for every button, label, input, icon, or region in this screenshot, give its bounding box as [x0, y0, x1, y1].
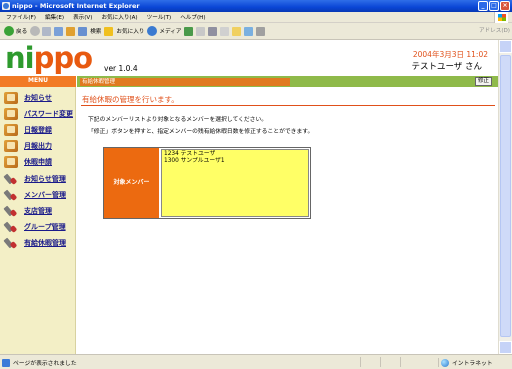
menu-favorites[interactable]: お気に入り(A) [101, 13, 137, 21]
status-divider [360, 357, 361, 367]
scroll-down-button[interactable] [499, 341, 512, 354]
title-bars: MENU 有給休暇管理 修正 [0, 76, 498, 87]
security-zone: イントラネット [452, 361, 493, 367]
tool-icon [4, 237, 18, 249]
sidebar-item-password[interactable]: パスワード変更 [4, 107, 73, 120]
current-datetime: 2004年3月3日 11:02 [412, 50, 488, 59]
menu-label: MENU [0, 76, 76, 87]
tool-icon [4, 189, 18, 201]
version-label: ver 1.0.4 [104, 64, 138, 73]
status-message: ページが表示されました [13, 361, 77, 367]
sidebar-item-monthly-report[interactable]: 月報出力 [4, 139, 52, 152]
instruction-text-1: 下記のメンバーリストより対象となるメンバーを選択してください。 [88, 117, 268, 123]
status-divider [380, 357, 381, 367]
edit-icon[interactable] [220, 26, 230, 36]
member-listbox[interactable]: 1234 テストユーザ 1300 サンプルユーザ1 [161, 149, 309, 217]
scroll-up-button[interactable] [499, 40, 512, 53]
search-button[interactable]: 検索 [78, 25, 101, 38]
menu-file[interactable]: ファイル(F) [6, 13, 36, 21]
page-heading: 有給休暇の管理を行います。 [82, 95, 179, 104]
menu-bar: ファイル(F) 編集(E) 表示(V) お気に入り(A) ツール(T) ヘルプ(… [0, 12, 512, 23]
sidebar-item-group-admin[interactable]: グループ管理 [4, 220, 66, 233]
intranet-globe-icon [441, 358, 449, 367]
star-icon [104, 26, 114, 36]
search-icon [78, 26, 88, 36]
status-divider [400, 357, 401, 367]
sidebar-item-leave-request[interactable]: 休暇申請 [4, 155, 52, 168]
heading-divider [81, 105, 495, 106]
section-title: 有給休暇管理 [80, 78, 290, 86]
scroll-thumb[interactable] [500, 55, 511, 337]
sidebar-menu: お知らせ パスワード変更 日報登録 月報出力 休暇申請 お知らせ管理 メンバー管… [0, 87, 76, 354]
menu-help[interactable]: ヘルプ(H) [180, 13, 205, 21]
instruction-text-2: 「修正」ボタンを押すと、指定メンバーの残有給休暇日数を修正することができます。 [88, 129, 314, 135]
nippo-logo: nippo [5, 41, 93, 75]
window-title: nippo - Microsoft Internet Explorer [12, 2, 140, 10]
user-name: テストユーザ さん [411, 62, 482, 72]
vertical-scrollbar[interactable] [498, 40, 512, 354]
sidebar-item-notice[interactable]: お知らせ [4, 91, 52, 104]
mail-icon[interactable] [196, 26, 206, 36]
messenger-icon[interactable] [256, 26, 266, 36]
minimize-button[interactable]: _ [478, 1, 488, 11]
tool-icon [4, 173, 18, 185]
favorites-button[interactable]: お気に入り [104, 25, 144, 38]
tool-icon [4, 221, 18, 233]
list-item[interactable]: 1234 テストユーザ [164, 151, 306, 158]
sidebar-item-branch-admin[interactable]: 支店管理 [4, 204, 52, 217]
browser-toolbar: 戻る 検索 お気に入り メディア アドレス(D) [0, 23, 512, 40]
edit-button[interactable]: 修正 [475, 77, 492, 86]
stop-icon[interactable] [42, 26, 52, 36]
refresh-icon[interactable] [54, 26, 64, 36]
forward-arrow-icon[interactable] [30, 26, 41, 36]
home-icon[interactable] [66, 26, 76, 36]
tool-icon [4, 205, 18, 217]
status-bar: ページが表示されました イントラネット [0, 354, 512, 369]
print-icon[interactable] [208, 26, 218, 36]
back-button[interactable]: 戻る [4, 25, 27, 38]
book-icon [4, 107, 18, 120]
book-icon [4, 139, 18, 152]
menu-tools[interactable]: ツール(T) [147, 13, 172, 21]
media-button[interactable]: メディア [147, 25, 181, 38]
member-label: 対象メンバー [104, 148, 159, 218]
sidebar-item-notice-admin[interactable]: お知らせ管理 [4, 172, 66, 185]
window-titlebar: nippo - Microsoft Internet Explorer _ □ … [0, 0, 512, 12]
book-icon [4, 155, 18, 168]
page-done-icon [2, 358, 10, 367]
discuss-icon[interactable] [244, 26, 254, 36]
member-selector: 対象メンバー 1234 テストユーザ 1300 サンプルユーザ1 [103, 147, 311, 219]
media-icon [147, 26, 158, 36]
list-item[interactable]: 1300 サンプルユーザ1 [164, 158, 306, 165]
book-icon [4, 91, 18, 104]
sidebar-item-daily-report[interactable]: 日報登録 [4, 123, 52, 136]
ie-icon [2, 2, 10, 10]
menu-view[interactable]: 表示(V) [73, 13, 92, 21]
section-bar: 有給休暇管理 修正 [77, 76, 498, 87]
app-header: nippo ver 1.0.4 2004年3月3日 11:02 テストユーザ さ… [0, 40, 498, 76]
page-content: nippo ver 1.0.4 2004年3月3日 11:02 テストユーザ さ… [0, 40, 498, 354]
address-label: アドレス(D) [478, 28, 510, 34]
close-button[interactable]: × [500, 1, 510, 11]
maximize-button[interactable]: □ [489, 1, 499, 11]
folder-icon[interactable] [232, 26, 242, 36]
history-icon[interactable] [184, 26, 194, 36]
sidebar-item-leave-admin[interactable]: 有給休暇管理 [4, 236, 66, 249]
book-icon [4, 123, 18, 136]
sidebar-item-member-admin[interactable]: メンバー管理 [4, 188, 66, 201]
menu-edit[interactable]: 編集(E) [45, 13, 64, 21]
back-arrow-icon [4, 26, 14, 36]
windows-logo-icon [494, 12, 508, 23]
